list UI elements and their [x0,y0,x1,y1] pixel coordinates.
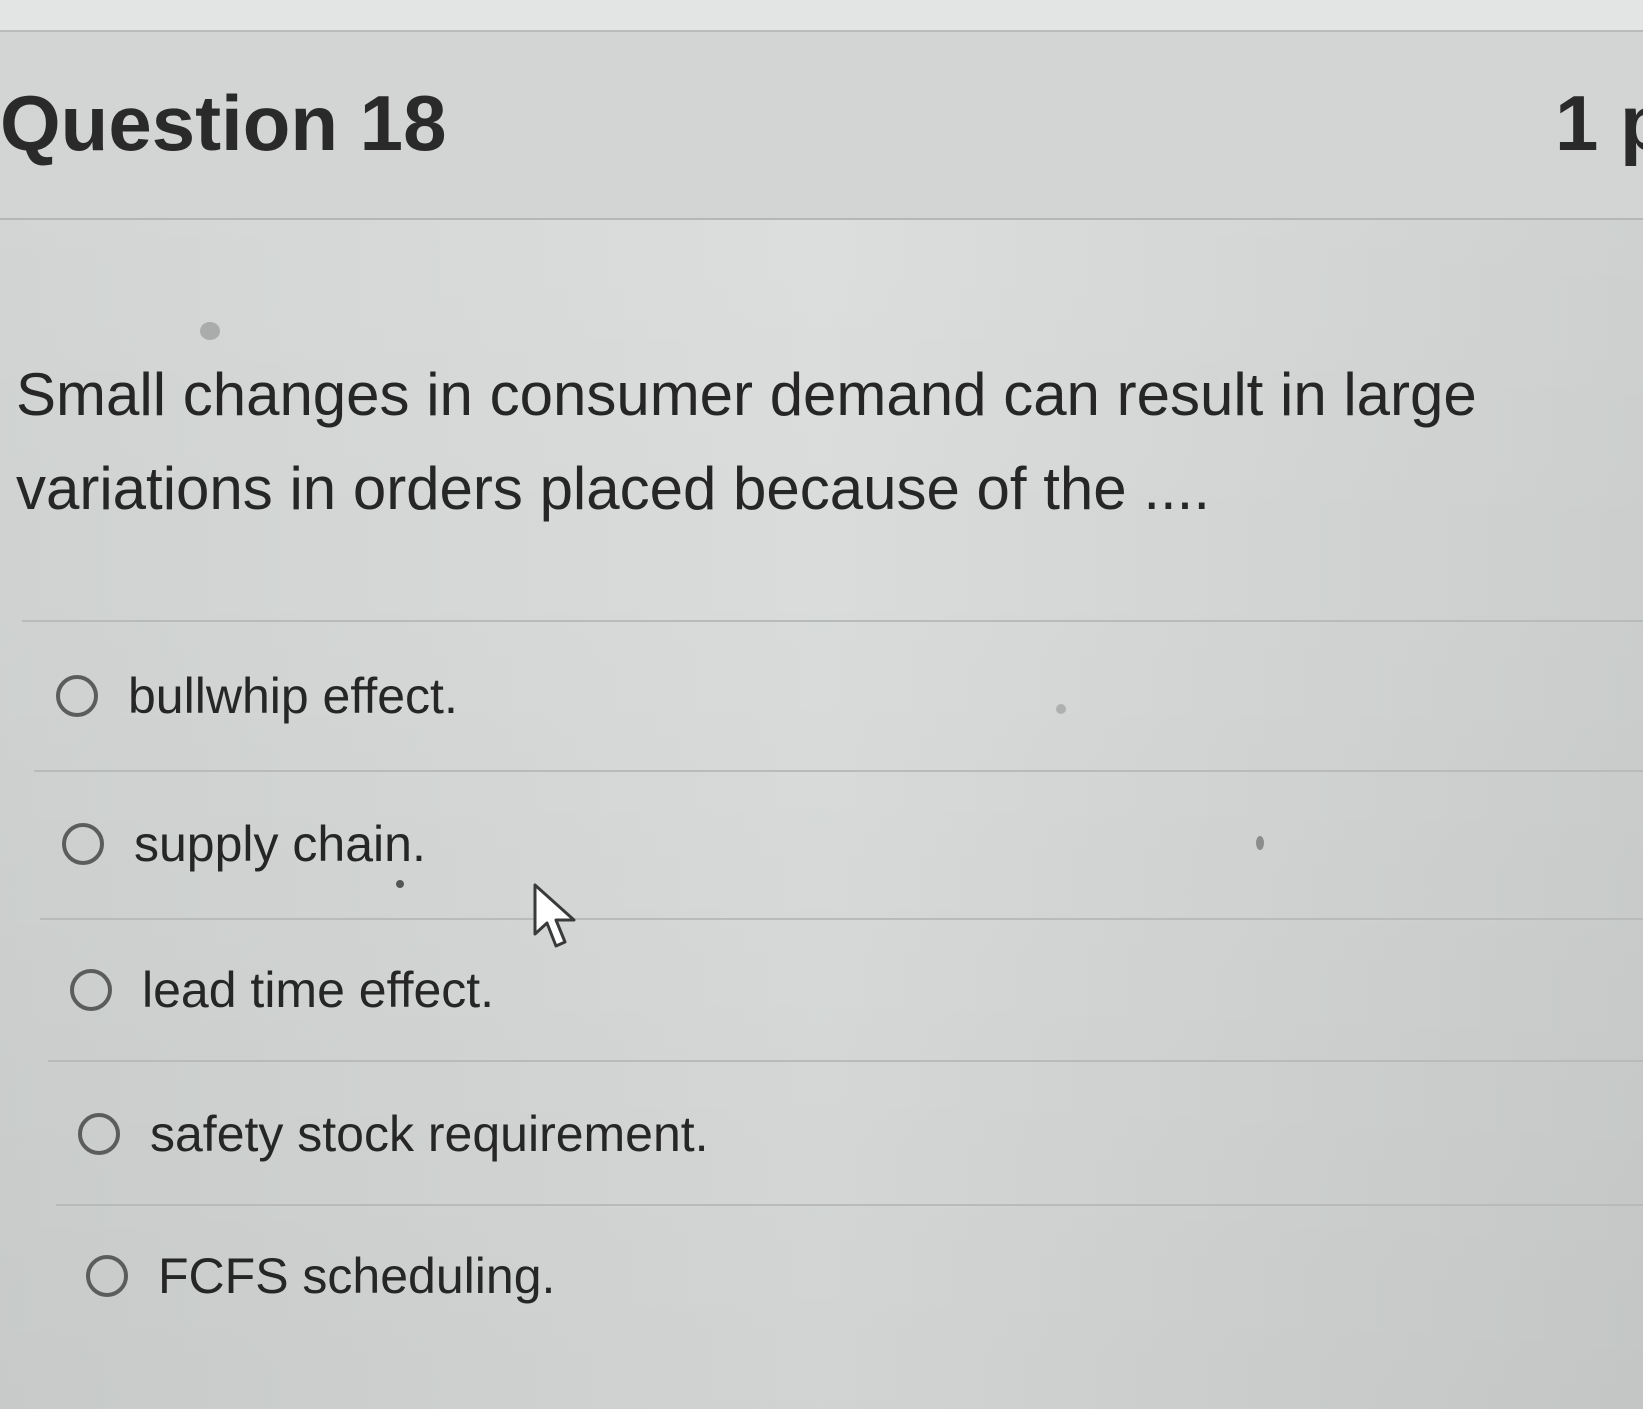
answer-label: bullwhip effect. [128,668,458,724]
answer-label: supply chain. [134,816,426,872]
screen-speck [396,880,404,888]
answer-label: lead time effect. [142,962,495,1018]
radio-button-unselected-icon[interactable] [56,675,98,717]
radio-button-unselected-icon[interactable] [62,823,104,865]
question-text: Small changes in consumer demand can res… [16,348,1616,536]
mouse-pointer-arrow-icon [533,883,576,948]
answer-divider [48,1060,1643,1062]
radio-button-unselected-icon[interactable] [70,969,112,1011]
answer-option-supply-chain[interactable]: supply chain. [62,804,426,884]
answer-divider [34,770,1643,772]
screen-speck [200,322,220,340]
question-points: 1 p [1555,79,1643,167]
question-text-line-1: Small changes in consumer demand can res… [16,361,1477,428]
top-bar [0,0,1643,32]
screen-speck [1056,704,1066,714]
screen-speck [1256,836,1264,850]
question-title: Question 18 [0,79,447,167]
answer-divider [56,1204,1643,1206]
radio-button-unselected-icon[interactable] [86,1255,128,1297]
question-text-line-2: variations in orders placed because of t… [16,455,1211,522]
radio-button-unselected-icon[interactable] [78,1113,120,1155]
answer-option-safety-stock-requirement[interactable]: safety stock requirement. [78,1094,709,1174]
answer-option-lead-time-effect[interactable]: lead time effect. [70,950,494,1030]
answer-label: FCFS scheduling. [158,1248,556,1304]
answer-option-fcfs-scheduling[interactable]: FCFS scheduling. [86,1236,555,1316]
screen: Question 18 1 p Small changes in consume… [0,0,1643,1409]
answer-divider [40,918,1643,920]
answer-option-bullwhip-effect[interactable]: bullwhip effect. [56,656,458,736]
answer-divider [22,620,1643,622]
answer-label: safety stock requirement. [150,1106,709,1162]
